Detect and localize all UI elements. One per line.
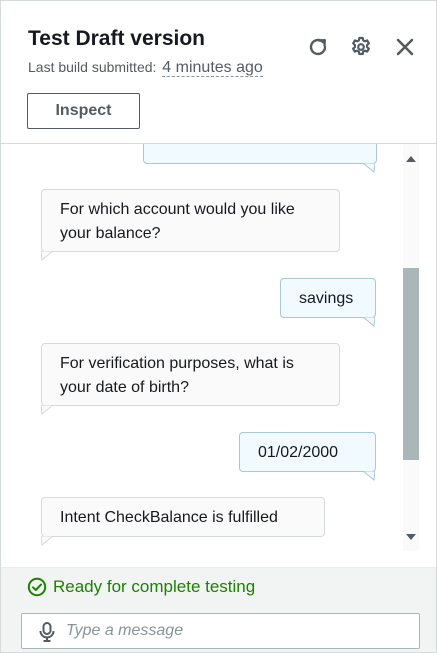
message-text: Intent CheckBalance is fulfilled [60,509,278,526]
build-time[interactable]: 4 minutes ago [162,59,263,77]
status-text: Ready for complete testing [53,577,256,596]
refresh-icon[interactable] [306,35,330,59]
message-text: 01/02/2000 [258,444,339,461]
test-status: Ready for complete testing [27,577,255,597]
panel-title: Test Draft version [28,27,205,50]
bubble-tail [363,317,375,327]
gear-icon[interactable] [349,35,373,59]
chat-transcript[interactable]: For which account would you like your ba… [1,144,436,567]
bubble-tail [363,471,375,481]
check-circle-icon [27,577,47,597]
chat-message-bot: For verification purposes, what is your … [41,343,340,406]
message-text: savings [299,290,354,307]
close-icon[interactable] [393,35,417,59]
message-input[interactable] [66,616,406,646]
microphone-icon[interactable] [38,622,56,642]
message-text: For verification purposes, what is your … [60,355,294,396]
chat-message-user: 01/02/2000 [239,432,376,472]
bubble-tail [41,405,53,415]
bubble-tail [41,251,53,261]
message-text: For which account would you like your ba… [60,201,295,242]
chat-message-user [143,144,377,164]
chat-message-user: savings [280,278,376,318]
scroll-down-icon[interactable] [406,534,416,540]
chat-message-bot: Intent CheckBalance is fulfilled [41,497,325,537]
inspect-button[interactable]: Inspect [27,93,140,129]
build-status: Last build submitted: 4 minutes ago [28,59,263,77]
scroll-up-icon[interactable] [406,156,416,162]
chat-message-bot: For which account would you like your ba… [41,189,340,252]
panel-footer: Ready for complete testing [1,567,436,652]
panel-header: Test Draft version Last build submitted:… [1,1,436,144]
message-input-box[interactable] [21,613,420,649]
scrollbar-thumb[interactable] [403,268,419,460]
bubble-tail [363,163,375,173]
test-panel: Test Draft version Last build submitted:… [0,0,437,653]
build-status-label: Last build submitted: [28,59,157,75]
bubble-tail [41,536,53,546]
